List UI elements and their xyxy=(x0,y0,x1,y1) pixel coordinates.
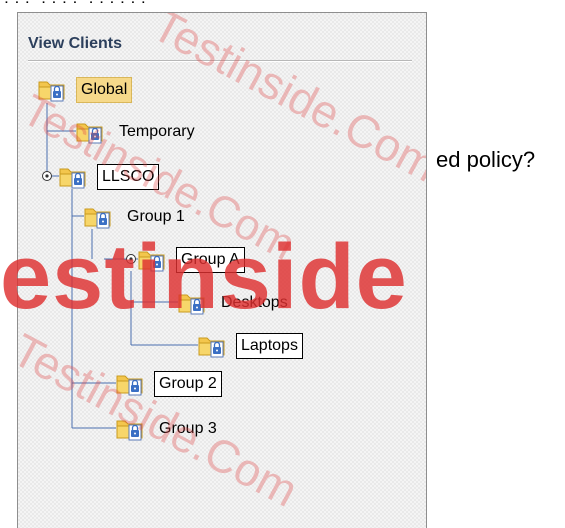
secure-folder-icon xyxy=(138,247,168,273)
secure-folder-icon xyxy=(116,371,146,397)
tree-node[interactable]: Desktops xyxy=(178,289,293,317)
question-text-fragment: ed policy? xyxy=(436,147,536,172)
tree-node[interactable]: LLSCO xyxy=(59,163,160,191)
collapse-icon[interactable] xyxy=(125,253,137,265)
tree-node[interactable]: Temporary xyxy=(76,118,200,146)
tree-node-label[interactable]: Temporary xyxy=(114,119,200,145)
tree-node-label[interactable]: Group A xyxy=(176,247,245,273)
tree-node[interactable]: Group 1 xyxy=(84,203,190,231)
secure-folder-icon xyxy=(198,333,228,359)
tree-node[interactable]: Laptops xyxy=(198,332,303,360)
top-cut-text: ??? ???? ?????? xyxy=(0,0,440,8)
secure-folder-icon xyxy=(178,290,208,316)
tree-node-label[interactable]: Group 1 xyxy=(122,204,190,230)
secure-folder-icon xyxy=(76,119,106,145)
view-clients-panel: View Clients Global Temporary LLSCO Grou… xyxy=(17,12,427,528)
tree-node-label[interactable]: Global xyxy=(76,77,133,103)
collapse-icon[interactable] xyxy=(41,170,53,182)
tree-node[interactable]: Group 3 xyxy=(116,415,222,443)
tree-node[interactable]: Group 2 xyxy=(116,370,222,398)
secure-folder-icon xyxy=(116,416,146,442)
tree-node-label[interactable]: Laptops xyxy=(236,333,303,359)
secure-folder-icon xyxy=(38,77,68,103)
tree-node[interactable]: Global xyxy=(38,76,133,104)
secure-folder-icon xyxy=(59,164,89,190)
tree-node-label[interactable]: Desktops xyxy=(216,290,293,316)
tree-node-label[interactable]: Group 3 xyxy=(154,416,222,442)
tree-node[interactable]: Group A xyxy=(138,246,245,274)
tree-node-label[interactable]: LLSCO xyxy=(97,164,160,190)
secure-folder-icon xyxy=(84,204,114,230)
tree-node-label[interactable]: Group 2 xyxy=(154,371,222,397)
